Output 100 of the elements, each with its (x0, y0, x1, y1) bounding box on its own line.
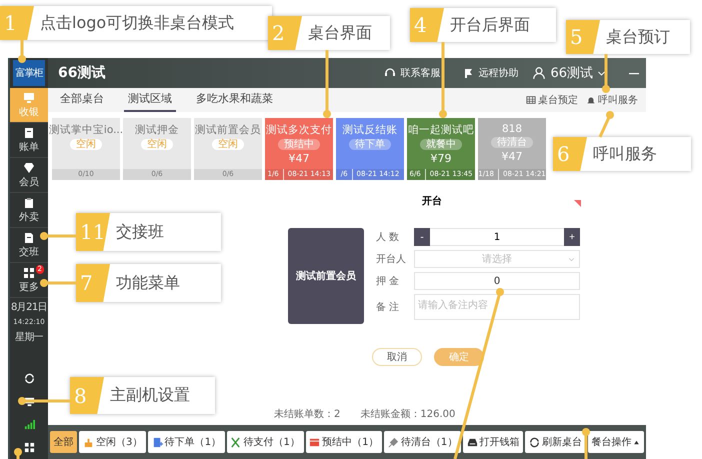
filter-button[interactable]: 预结中（1） (306, 431, 382, 453)
document-plus-icon (152, 436, 163, 448)
document-icon (23, 232, 35, 244)
filter-button[interactable]: 全部 (50, 431, 78, 453)
area-tab[interactable]: 多吃水果和蔬菜 (192, 88, 277, 112)
toolbar-link[interactable]: 桌台预定 (526, 93, 578, 107)
user-menu[interactable]: 66测试 (532, 64, 606, 82)
chevron-down-icon (568, 256, 575, 263)
area-tab[interactable]: 全部桌台 (56, 88, 108, 112)
action-button[interactable]: 餐台操作 (588, 431, 644, 453)
clipboard-icon (23, 196, 35, 208)
status-badge: 空闲 (212, 139, 244, 150)
diamond-icon (23, 162, 35, 174)
date-text: 8月21日 (10, 302, 48, 313)
table-name: 测试多次支付 (266, 123, 332, 137)
dialog-title: 开台 (422, 194, 442, 208)
summary-text: 未结账金额：126.00 (360, 408, 456, 421)
field-label: 押 金 (376, 275, 400, 288)
cancel-button[interactable]: 取消 (372, 348, 422, 366)
caret-up-icon (633, 438, 640, 446)
flag-icon (462, 67, 474, 79)
callout-text: 功能菜单 (115, 272, 181, 294)
callout-text: 呼叫服务 (592, 144, 658, 164)
action-button[interactable]: 打开钱箱 (462, 431, 524, 453)
minus-button[interactable]: - (414, 228, 430, 246)
field-label: 人 数 (376, 231, 400, 244)
plus-button[interactable]: + (564, 228, 580, 246)
signal-icon (24, 419, 34, 430)
user-icon (532, 66, 546, 80)
refresh-icon (528, 436, 540, 448)
summary-text: 未结账单数：2 (274, 408, 340, 421)
headset-icon (384, 67, 396, 79)
leader-line (598, 111, 614, 138)
callout-number: 5 (566, 20, 600, 54)
refresh-icon[interactable] (24, 373, 34, 384)
receipt-icon (23, 126, 35, 138)
broom-icon (388, 436, 399, 448)
leader-line (582, 428, 590, 459)
leader-line (40, 232, 76, 240)
table-name: 测试押金 (135, 123, 179, 137)
callout-number: 6 (553, 137, 587, 171)
callout-number: 4 (410, 8, 444, 42)
leader-line (18, 40, 26, 63)
fork-knife-icon (230, 436, 242, 448)
status-badge: 预结中 (278, 139, 320, 150)
grid-icon (23, 266, 35, 278)
callout-text: 桌台预订 (605, 26, 671, 48)
callout-text: 交接班 (115, 222, 165, 242)
header-link[interactable]: 联系客服 (384, 66, 440, 80)
weekday-text: 星期一 (14, 332, 44, 343)
callout-text: 点击logo可切换非桌台模式 (39, 12, 236, 34)
table-price: ¥47 (288, 152, 310, 165)
header-link[interactable]: 远程协助 (462, 66, 518, 80)
number-field[interactable]: 1 (430, 228, 564, 246)
sidebar-item[interactable]: 外卖 (10, 193, 48, 228)
status-badge: 待下单 (349, 139, 391, 150)
filter-button[interactable]: 待支付（1） (226, 431, 304, 453)
callout-number: 7 (76, 264, 110, 302)
callout-text: 桌台界面 (307, 22, 373, 44)
callout-text: 主副机设置 (109, 385, 191, 406)
monitor-icon (23, 92, 35, 104)
callout-text: 开台后界面 (449, 14, 531, 36)
bell-icon (586, 95, 596, 105)
logo[interactable]: 富掌柜 (13, 60, 45, 86)
filter-button[interactable]: 待下单（1） (148, 431, 225, 453)
drawer-icon (466, 436, 478, 448)
callout-number: 8 (70, 377, 104, 414)
filter-button[interactable]: 待清台（1） (384, 431, 461, 453)
action-button[interactable]: 刷新桌台 (525, 431, 586, 453)
table-name: 测试前置会员 (195, 123, 261, 137)
table-price: ¥47 (502, 150, 522, 163)
table-name: 咱一起测试吧 (408, 123, 474, 137)
callout-number: 1 (0, 6, 34, 40)
table-name: 818 (502, 123, 522, 135)
table-name: 测试反结账 (342, 123, 398, 137)
leader-line (602, 54, 610, 93)
callout-number: 11 (76, 213, 110, 251)
status-badge: 就餐中 (420, 139, 462, 150)
leader-line (40, 279, 76, 287)
card-icon (309, 436, 320, 448)
status-badge: 空闲 (141, 139, 173, 150)
status-badge: 空闲 (70, 139, 102, 150)
table-icon (526, 95, 536, 105)
corner-mark (574, 200, 581, 207)
table-card: 测试前置会员 (288, 228, 364, 324)
grid-icon[interactable] (24, 442, 34, 453)
app-title: 66测试 (58, 64, 106, 82)
sidebar-item[interactable]: 账单 (10, 123, 48, 158)
field-label: 备 注 (376, 300, 400, 314)
filter-button[interactable]: 空闲（3） (79, 431, 146, 453)
toolbar-link[interactable]: 呼叫服务 (586, 93, 638, 107)
table-price: ¥79 (430, 152, 452, 165)
leader-line (323, 50, 331, 118)
input-field[interactable]: 0 (414, 272, 580, 290)
sidebar-item[interactable]: 会员 (10, 158, 48, 193)
leader-line (18, 397, 70, 405)
field-label: 开台人 (376, 252, 407, 266)
area-tab[interactable]: 测试区域 (124, 88, 176, 112)
callout-number: 2 (268, 16, 302, 50)
chevron-down-icon (597, 68, 606, 78)
